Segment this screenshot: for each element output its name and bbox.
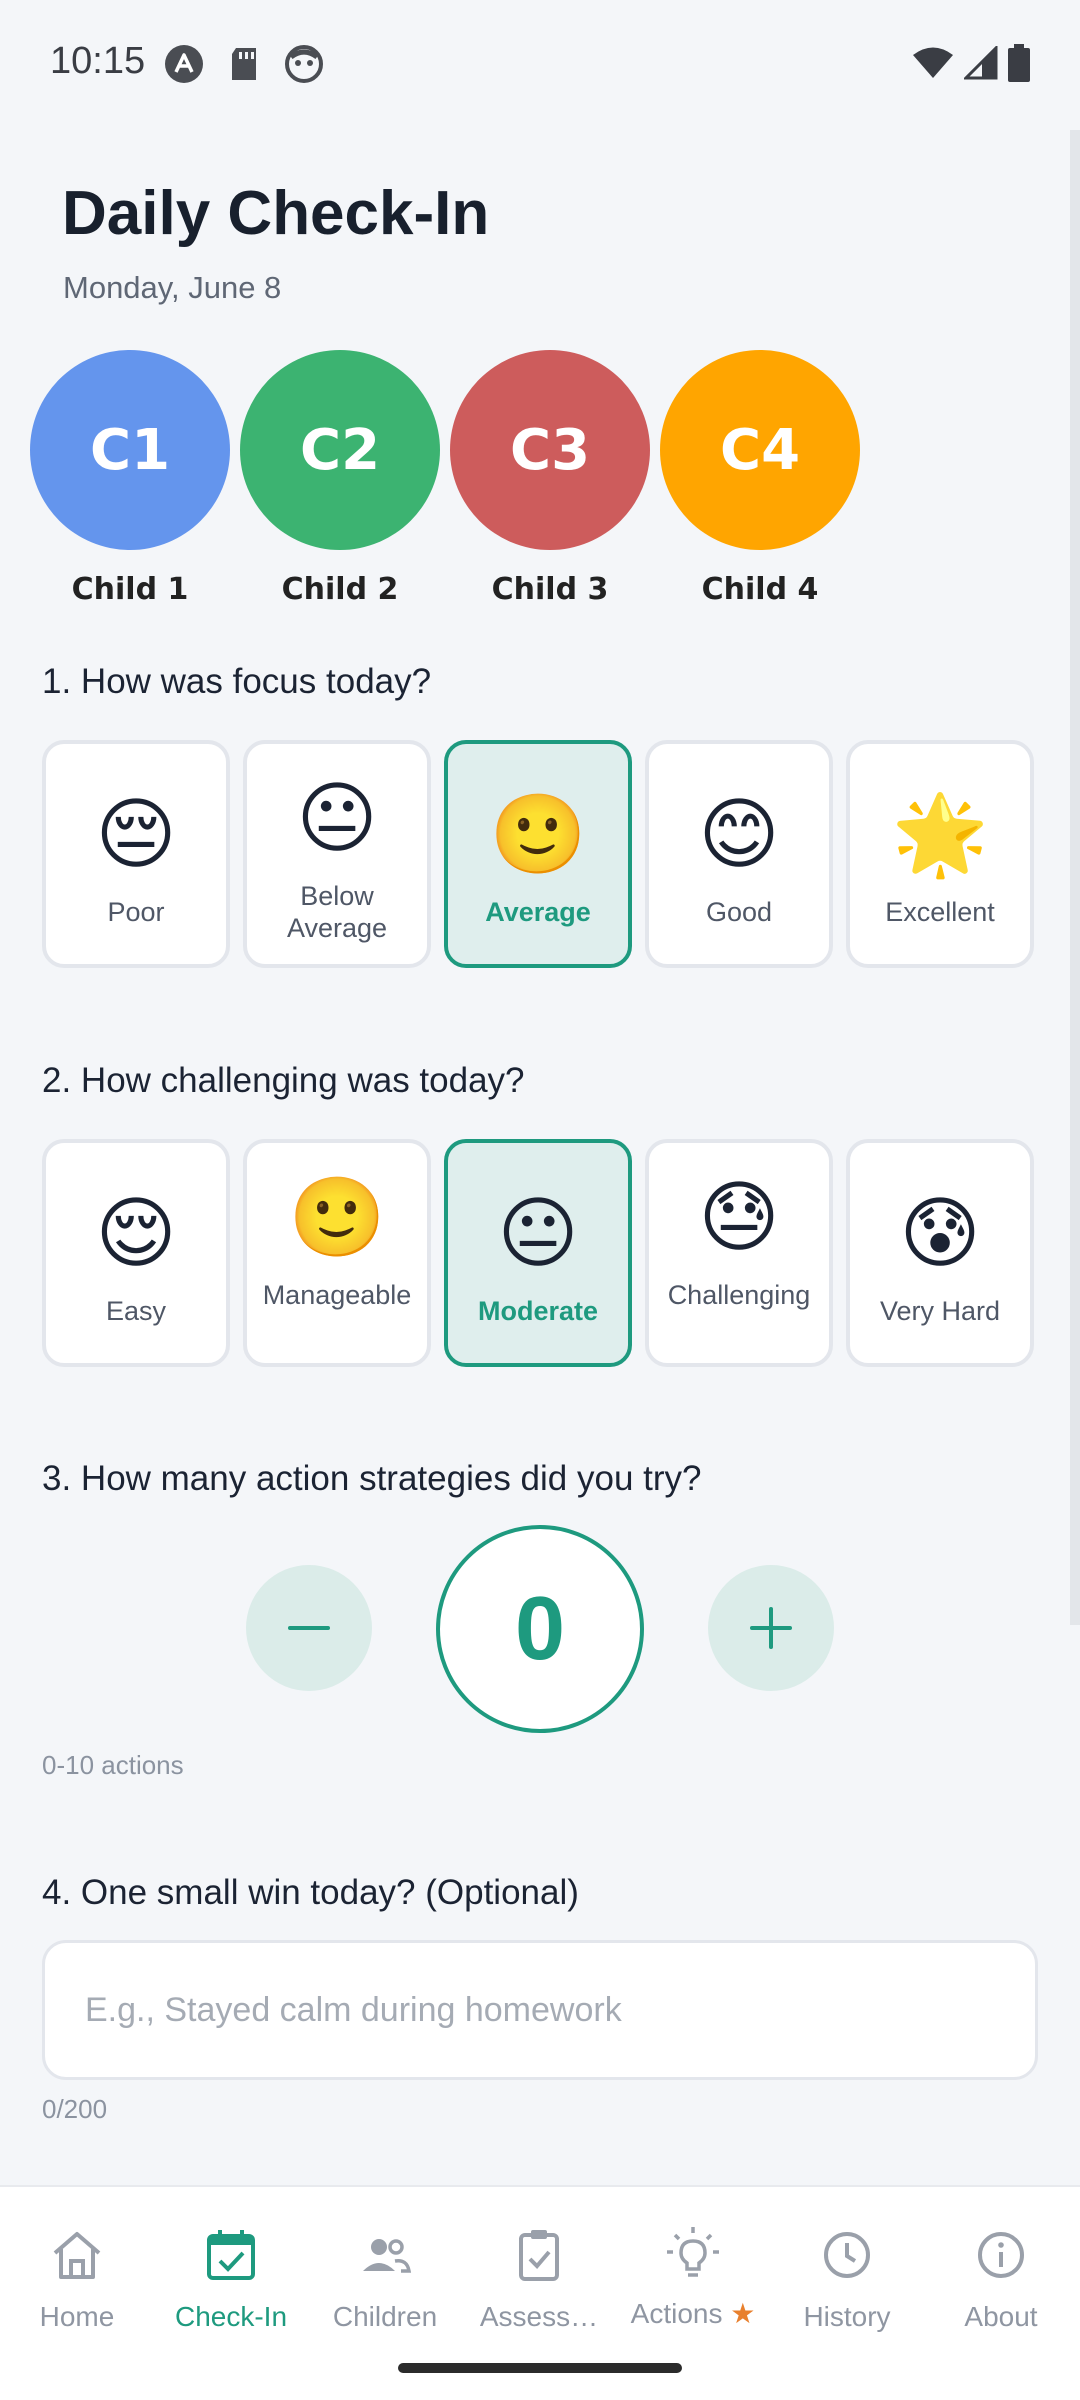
relieved-face-icon: 😌: [95, 1189, 177, 1279]
minus-icon: [288, 1626, 330, 1630]
challenge-option-manageable[interactable]: 🙂 Manageable: [243, 1139, 431, 1367]
challenge-option-moderate[interactable]: 😐 Moderate: [444, 1139, 632, 1367]
star-badge-icon: ★: [730, 2298, 756, 2329]
page-date: Monday, June 8: [63, 270, 282, 305]
status-bar: 10:15: [0, 0, 1080, 130]
nav-assessments[interactable]: Assess…: [462, 2187, 616, 2357]
child-selector-1[interactable]: C1 Child 1: [30, 350, 230, 607]
nav-label: Home: [39, 2301, 115, 2332]
home-indicator[interactable]: [398, 2363, 682, 2373]
child-selector-2[interactable]: C2 Child 2: [240, 350, 440, 607]
child-avatar: C2: [240, 350, 440, 550]
option-label: Poor: [107, 897, 165, 927]
child-avatar: C4: [660, 350, 860, 550]
option-label: Below Average: [286, 881, 388, 943]
plus-icon: [750, 1607, 792, 1649]
challenge-question-title: 2. How challenging was today?: [42, 1061, 525, 1100]
page-title: Daily Check-In: [62, 179, 490, 248]
option-label: Very Hard: [879, 1296, 1001, 1326]
status-notification-icons: [164, 44, 324, 84]
slightly-smiling-face-icon: 🙂: [489, 790, 587, 880]
people-icon: [363, 2239, 412, 2273]
challenge-option-challenging[interactable]: 😓 Challenging: [645, 1139, 833, 1367]
glowing-star-icon: 🌟: [891, 790, 989, 880]
child-avatar: C3: [450, 350, 650, 550]
focus-option-excellent[interactable]: 🌟 Excellent: [846, 740, 1034, 968]
focus-option-average[interactable]: 🙂 Average: [444, 740, 632, 968]
home-icon: [53, 2232, 101, 2279]
signal-icon: [962, 44, 998, 85]
actions-count: 0: [436, 1525, 644, 1733]
nav-label: About: [964, 2301, 1038, 2332]
calendar-check-icon: [207, 2230, 255, 2280]
option-label: Manageable: [262, 1280, 412, 1310]
focus-option-poor[interactable]: 😔 Poor: [42, 740, 230, 968]
slightly-smiling-face-icon: 🙂: [288, 1173, 386, 1263]
small-win-input[interactable]: [42, 1940, 1038, 2080]
decrement-button[interactable]: [246, 1565, 372, 1691]
focus-option-below-average[interactable]: 😐 Below Average: [243, 740, 431, 968]
option-label: Easy: [105, 1296, 167, 1326]
focus-question-title: 1. How was focus today?: [42, 662, 432, 701]
nav-actions[interactable]: Actions ★: [616, 2187, 770, 2357]
status-system-icons: [912, 44, 1030, 87]
child-name: Child 3: [491, 572, 609, 607]
downcast-sweat-face-icon: 😓: [698, 1173, 780, 1263]
info-icon: [978, 2232, 1024, 2278]
child-selector-4[interactable]: C4 Child 4: [660, 350, 860, 607]
child-name: Child 2: [281, 572, 399, 607]
scrollbar[interactable]: [1070, 130, 1080, 1625]
nav-about[interactable]: About: [924, 2187, 1078, 2357]
focus-option-good[interactable]: 😊 Good: [645, 740, 833, 968]
face-icon: [284, 44, 324, 84]
increment-button[interactable]: [708, 1565, 834, 1691]
actions-question-title: 3. How many action strategies did you tr…: [42, 1459, 702, 1498]
neutral-face-icon: 😐: [497, 1189, 579, 1279]
nav-label: History: [803, 2301, 891, 2332]
anxious-sweat-face-icon: 😰: [899, 1189, 981, 1279]
nav-label: Children: [332, 2301, 438, 2332]
child-avatar: C1: [30, 350, 230, 550]
app-icon: [164, 44, 204, 84]
nav-children[interactable]: Children: [308, 2187, 462, 2357]
option-label: Moderate: [477, 1296, 599, 1326]
lightbulb-icon: [667, 2227, 719, 2277]
nav-label: Actions: [630, 2298, 723, 2329]
child-name: Child 4: [701, 572, 819, 607]
challenge-option-easy[interactable]: 😌 Easy: [42, 1139, 230, 1367]
wifi-icon: [912, 46, 954, 85]
sd-card-icon: [224, 44, 264, 84]
nav-label-with-badge: Actions ★: [616, 2297, 770, 2330]
option-label: Average: [485, 897, 591, 927]
option-label: Challenging: [667, 1280, 811, 1310]
nav-label: Check-In: [174, 2301, 288, 2332]
option-label: Good: [705, 897, 773, 927]
nav-check-in[interactable]: Check-In: [154, 2187, 308, 2357]
win-char-counter: 0/200: [42, 2094, 108, 2124]
nav-history[interactable]: History: [770, 2187, 924, 2357]
child-name: Child 1: [71, 572, 189, 607]
clipboard-check-icon: [519, 2230, 559, 2281]
option-label: Excellent: [885, 897, 995, 927]
neutral-face-icon: 😐: [296, 774, 378, 864]
status-time: 10:15: [50, 40, 146, 82]
pensive-face-icon: 😔: [95, 790, 177, 880]
child-selector-3[interactable]: C3 Child 3: [450, 350, 650, 607]
actions-hint: 0-10 actions: [42, 1750, 184, 1780]
challenge-option-very-hard[interactable]: 😰 Very Hard: [846, 1139, 1034, 1367]
battery-icon: [1008, 44, 1030, 87]
nav-label: Assess…: [479, 2301, 599, 2332]
win-question-title: 4. One small win today? (Optional): [42, 1873, 579, 1912]
smiling-face-icon: 😊: [698, 790, 780, 880]
nav-home[interactable]: Home: [0, 2187, 154, 2357]
clock-icon: [824, 2232, 870, 2278]
